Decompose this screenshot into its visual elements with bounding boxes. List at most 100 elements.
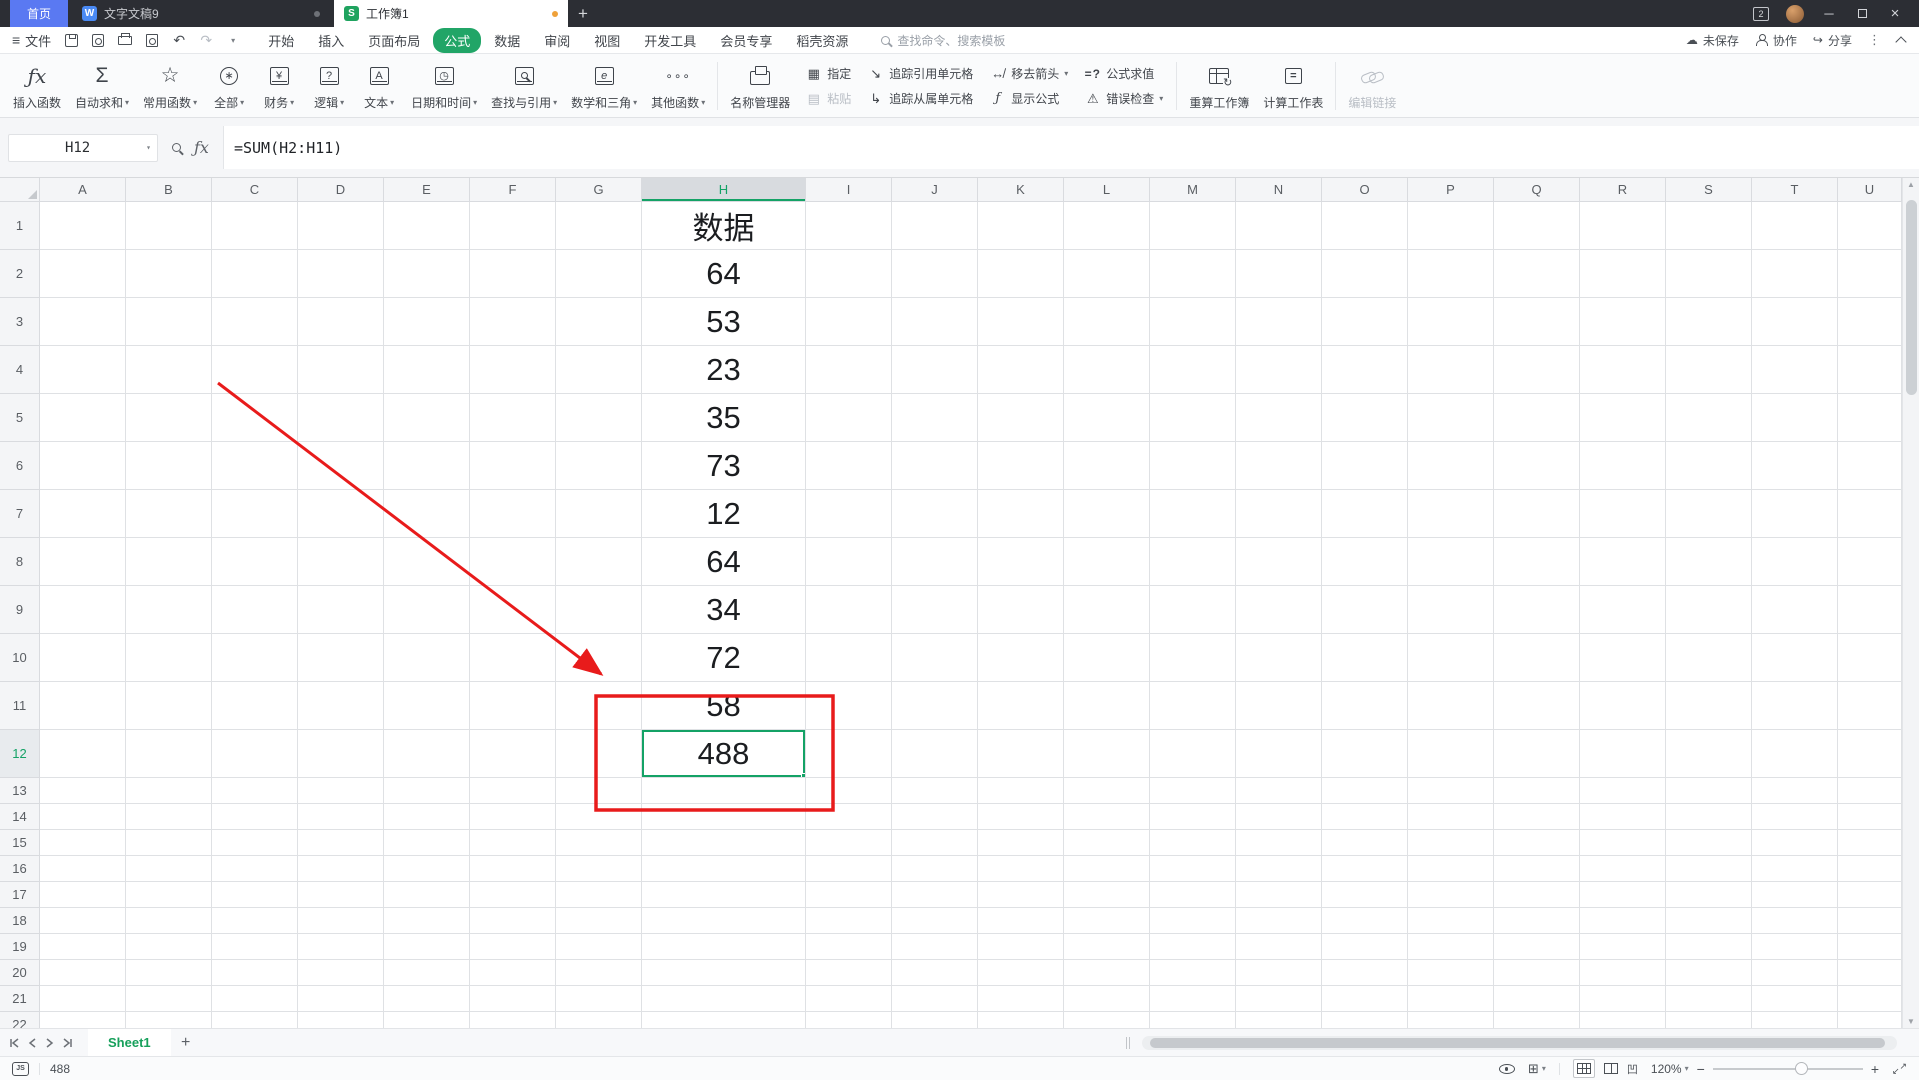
cell-M4[interactable]	[1150, 346, 1236, 394]
cell-G10[interactable]	[556, 634, 642, 682]
home-button[interactable]: 首页	[10, 0, 68, 27]
cell-F9[interactable]	[470, 586, 556, 634]
cell-Q5[interactable]	[1494, 394, 1580, 442]
cell-Q3[interactable]	[1494, 298, 1580, 346]
cell-M14[interactable]	[1150, 804, 1236, 830]
ribbon-button-其他函数[interactable]: ∘∘∘其他函数▾	[644, 57, 712, 115]
cell-F20[interactable]	[470, 960, 556, 986]
cell-B7[interactable]	[126, 490, 212, 538]
cell-P6[interactable]	[1408, 442, 1494, 490]
cell-Q14[interactable]	[1494, 804, 1580, 830]
cell-D15[interactable]	[298, 830, 384, 856]
cell-K22[interactable]	[978, 1012, 1064, 1028]
cell-T5[interactable]	[1752, 394, 1838, 442]
cell-D1[interactable]	[298, 202, 384, 250]
cell-R5[interactable]	[1580, 394, 1666, 442]
row-header-9[interactable]: 9	[0, 586, 40, 634]
cell-D2[interactable]	[298, 250, 384, 298]
cell-D4[interactable]	[298, 346, 384, 394]
ribbon-button-插入函数[interactable]: ƒx插入函数	[6, 57, 68, 115]
cell-I21[interactable]	[806, 986, 892, 1012]
column-header-P[interactable]: P	[1408, 178, 1494, 202]
cell-M21[interactable]	[1150, 986, 1236, 1012]
cell-D22[interactable]	[298, 1012, 384, 1028]
cell-L2[interactable]	[1064, 250, 1150, 298]
cell-H8[interactable]: 64	[642, 538, 806, 586]
cell-U1[interactable]	[1838, 202, 1902, 250]
cell-T11[interactable]	[1752, 682, 1838, 730]
cell-S1[interactable]	[1666, 202, 1752, 250]
cell-J11[interactable]	[892, 682, 978, 730]
cell-R9[interactable]	[1580, 586, 1666, 634]
cell-F15[interactable]	[470, 830, 556, 856]
cell-T10[interactable]	[1752, 634, 1838, 682]
insert-function-icon[interactable]: ƒx	[194, 138, 209, 157]
cell-F6[interactable]	[470, 442, 556, 490]
cell-Q18[interactable]	[1494, 908, 1580, 934]
cell-E17[interactable]	[384, 882, 470, 908]
cell-M6[interactable]	[1150, 442, 1236, 490]
cell-L12[interactable]	[1064, 730, 1150, 778]
cell-I10[interactable]	[806, 634, 892, 682]
cell-S6[interactable]	[1666, 442, 1752, 490]
cell-G21[interactable]	[556, 986, 642, 1012]
ribbon-button-文本[interactable]: A文本▾	[354, 57, 404, 115]
ribbon-button-追踪从属单元格[interactable]: ↳追踪从属单元格	[867, 90, 973, 107]
view-mode-switch[interactable]: ⊞▾	[1528, 1061, 1546, 1077]
cell-K18[interactable]	[978, 908, 1064, 934]
cell-E13[interactable]	[384, 778, 470, 804]
cell-P20[interactable]	[1408, 960, 1494, 986]
cell-U5[interactable]	[1838, 394, 1902, 442]
cell-P9[interactable]	[1408, 586, 1494, 634]
cell-I12[interactable]	[806, 730, 892, 778]
cell-I4[interactable]	[806, 346, 892, 394]
cell-Q11[interactable]	[1494, 682, 1580, 730]
cell-D9[interactable]	[298, 586, 384, 634]
cell-O21[interactable]	[1322, 986, 1408, 1012]
cell-O12[interactable]	[1322, 730, 1408, 778]
cell-S22[interactable]	[1666, 1012, 1752, 1028]
cell-R13[interactable]	[1580, 778, 1666, 804]
tab-writer-document[interactable]: W 文字文稿9	[72, 0, 330, 27]
file-menu[interactable]: ≡ 文件	[12, 31, 51, 50]
cell-F18[interactable]	[470, 908, 556, 934]
print-icon[interactable]	[117, 32, 133, 48]
cell-D16[interactable]	[298, 856, 384, 882]
row-header-1[interactable]: 1	[0, 202, 40, 250]
ribbon-button-计算工作表[interactable]: =计算工作表	[1256, 57, 1330, 115]
row-header-18[interactable]: 18	[0, 908, 40, 934]
cell-Q16[interactable]	[1494, 856, 1580, 882]
cell-O7[interactable]	[1322, 490, 1408, 538]
cell-N22[interactable]	[1236, 1012, 1322, 1028]
cell-R18[interactable]	[1580, 908, 1666, 934]
cell-F13[interactable]	[470, 778, 556, 804]
cell-J8[interactable]	[892, 538, 978, 586]
cell-Q8[interactable]	[1494, 538, 1580, 586]
cell-S20[interactable]	[1666, 960, 1752, 986]
cell-E14[interactable]	[384, 804, 470, 830]
cell-G6[interactable]	[556, 442, 642, 490]
column-header-B[interactable]: B	[126, 178, 212, 202]
ribbon-button-常用函数[interactable]: ☆常用函数▾	[136, 57, 204, 115]
cell-A14[interactable]	[40, 804, 126, 830]
cell-E10[interactable]	[384, 634, 470, 682]
cell-B15[interactable]	[126, 830, 212, 856]
cell-P16[interactable]	[1408, 856, 1494, 882]
cell-F12[interactable]	[470, 730, 556, 778]
column-header-H[interactable]: H	[642, 178, 806, 202]
cell-B9[interactable]	[126, 586, 212, 634]
cell-Q10[interactable]	[1494, 634, 1580, 682]
cell-M3[interactable]	[1150, 298, 1236, 346]
cell-O9[interactable]	[1322, 586, 1408, 634]
cell-O2[interactable]	[1322, 250, 1408, 298]
menu-item-审阅[interactable]: 审阅	[533, 28, 581, 53]
column-header-J[interactable]: J	[892, 178, 978, 202]
command-search[interactable]: 查找命令、搜索模板	[881, 32, 1005, 49]
cell-N8[interactable]	[1236, 538, 1322, 586]
cell-T21[interactable]	[1752, 986, 1838, 1012]
name-box-caret-icon[interactable]: ▾	[146, 143, 157, 152]
cell-G13[interactable]	[556, 778, 642, 804]
cell-E9[interactable]	[384, 586, 470, 634]
cell-B2[interactable]	[126, 250, 212, 298]
cell-T20[interactable]	[1752, 960, 1838, 986]
